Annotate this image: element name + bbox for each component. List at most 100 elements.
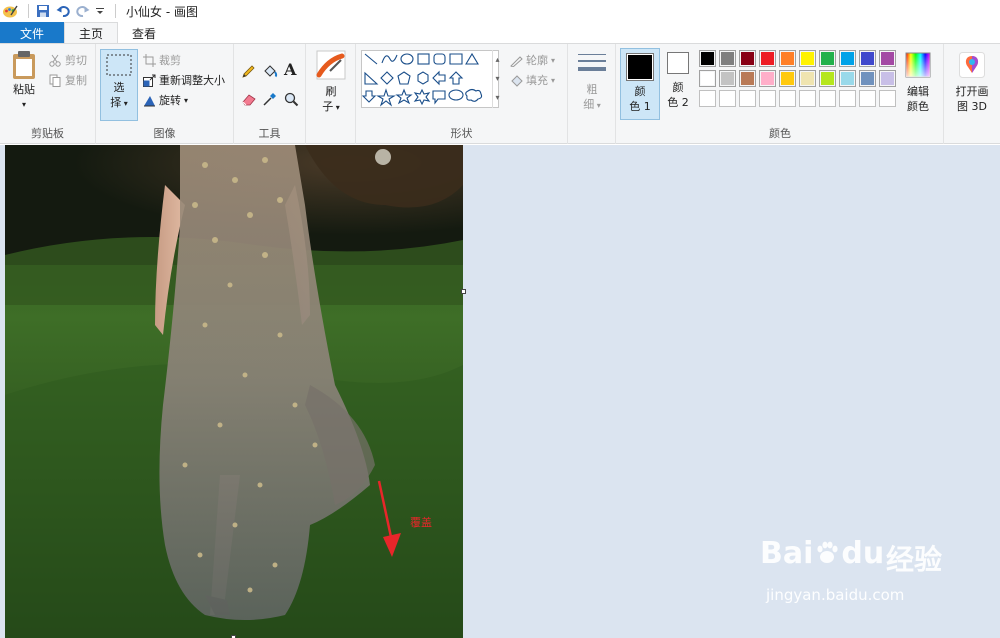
- fill-tool[interactable]: [262, 62, 278, 80]
- palette-swatch[interactable]: [779, 70, 796, 87]
- open-paint3d-button[interactable]: 打开画 图 3D: [948, 52, 996, 114]
- fill-icon: [509, 73, 523, 87]
- palette-swatch[interactable]: [759, 50, 776, 67]
- line-width-icon: [578, 54, 606, 71]
- palette-swatch[interactable]: [759, 70, 776, 87]
- palette-swatch[interactable]: [779, 50, 796, 67]
- palette-custom-slot[interactable]: [859, 90, 876, 107]
- palette-swatch[interactable]: [719, 50, 736, 67]
- tab-home[interactable]: 主页: [64, 22, 119, 44]
- save-icon[interactable]: [35, 3, 51, 19]
- palette-swatch[interactable]: [719, 70, 736, 87]
- palette-swatch-fill: [801, 72, 814, 85]
- paste-button[interactable]: 粘贴 ▾: [6, 50, 42, 112]
- annotation-label: 覆盖: [410, 515, 432, 529]
- customize-quick-access-icon[interactable]: [95, 3, 105, 19]
- palette-custom-slot[interactable]: [779, 90, 796, 107]
- image-canvas[interactable]: 覆盖: [5, 145, 463, 638]
- palette-swatch[interactable]: [839, 70, 856, 87]
- shapes-scroll-down-icon[interactable]: ▾: [493, 69, 502, 88]
- tab-view[interactable]: 查看: [118, 22, 170, 44]
- copy-button[interactable]: 复制: [48, 71, 87, 89]
- palette-custom-slot[interactable]: [879, 90, 896, 107]
- redo-icon[interactable]: [75, 3, 91, 19]
- resize-button[interactable]: 重新调整大小: [142, 71, 225, 89]
- brushes-label-1: 刷: [325, 85, 337, 98]
- color2-label-1: 颜: [672, 81, 684, 94]
- shapes-gallery[interactable]: [361, 50, 499, 108]
- color2-label-2: 色 2: [667, 96, 689, 109]
- edit-colors-button[interactable]: 编辑 颜色: [900, 52, 936, 114]
- outline-button[interactable]: 轮廓 ▾: [509, 51, 555, 69]
- size-button[interactable]: 粗 细 ▾: [574, 52, 610, 113]
- edit-colors-label-2: 颜色: [907, 100, 929, 113]
- palette-swatch[interactable]: [879, 70, 896, 87]
- palette-swatch[interactable]: [799, 50, 816, 67]
- shapes-group: ▴ ▾ ▾ 轮廓 ▾ 填充 ▾ 形状: [356, 44, 568, 144]
- shapes-scroll[interactable]: ▴ ▾ ▾: [492, 50, 502, 108]
- palette-swatch[interactable]: [699, 70, 716, 87]
- palette-swatch-fill: [741, 72, 754, 85]
- palette-swatch[interactable]: [739, 70, 756, 87]
- brushes-button[interactable]: 刷 子 ▾: [313, 50, 349, 115]
- resize-label: 重新调整大小: [159, 74, 225, 87]
- eraser-icon: [242, 94, 256, 106]
- color1-swatch: [626, 53, 654, 81]
- paste-dropdown-icon: ▾: [21, 100, 26, 109]
- paste-icon: [13, 51, 35, 79]
- cut-button[interactable]: 剪切: [48, 51, 87, 69]
- select-label-row: 择 ▾: [110, 95, 128, 111]
- size-group: 粗 细 ▾: [568, 44, 616, 144]
- color1-button[interactable]: 颜 色 1: [620, 48, 660, 120]
- brushes-label-2: 子: [322, 100, 334, 113]
- title-separator-2: [115, 4, 116, 18]
- oval-callout-shape-icon: [448, 89, 464, 101]
- select-rectangle-icon: [106, 54, 132, 76]
- palette-custom-slot[interactable]: [839, 90, 856, 107]
- select-button[interactable]: 选 择 ▾: [100, 49, 138, 121]
- palette-swatch-fill: [821, 52, 834, 65]
- palette-swatch[interactable]: [859, 70, 876, 87]
- color2-button[interactable]: 颜 色 2: [662, 52, 694, 110]
- palette-custom-slot[interactable]: [819, 90, 836, 107]
- palette-custom-slot[interactable]: [759, 90, 776, 107]
- title-bar: 小仙女 - 画图: [0, 0, 1000, 22]
- shapes-scroll-up-icon[interactable]: ▴: [493, 50, 502, 69]
- paint-app-icon[interactable]: [2, 3, 18, 19]
- canvas-workspace[interactable]: 覆盖 Bai du 经验 jingyan.baidu.com: [0, 145, 1000, 638]
- palette-swatch[interactable]: [839, 50, 856, 67]
- palette-custom-slot[interactable]: [719, 90, 736, 107]
- palette-swatch[interactable]: [819, 70, 836, 87]
- fill-button[interactable]: 填充 ▾: [509, 71, 555, 89]
- tab-file[interactable]: 文件: [0, 22, 64, 44]
- hexagon-shape-icon: [417, 71, 429, 85]
- copy-icon: [48, 73, 62, 87]
- rotate-button[interactable]: 旋转 ▾: [142, 91, 188, 109]
- pencil-tool[interactable]: [241, 62, 256, 80]
- crop-button[interactable]: 裁剪: [142, 51, 181, 69]
- up-arrow-shape-icon: [448, 71, 464, 85]
- undo-icon[interactable]: [55, 3, 71, 19]
- palette-swatch[interactable]: [879, 50, 896, 67]
- outline-label: 轮廓: [526, 54, 548, 67]
- palette-custom-slot[interactable]: [799, 90, 816, 107]
- palette-custom-slot[interactable]: [739, 90, 756, 107]
- left-arrow-shape-icon: [432, 70, 446, 86]
- palette-swatch[interactable]: [739, 50, 756, 67]
- palette-swatch[interactable]: [859, 50, 876, 67]
- watermark-url: jingyan.baidu.com: [766, 586, 905, 604]
- shapes-expand-icon[interactable]: ▾: [493, 88, 502, 107]
- size-label-2: 细: [583, 98, 595, 111]
- canvas-resize-handle-right[interactable]: [461, 289, 466, 294]
- palette-swatch[interactable]: [799, 70, 816, 87]
- text-tool[interactable]: A: [284, 60, 296, 79]
- baidu-paw-icon: [814, 539, 840, 565]
- crop-label: 裁剪: [159, 54, 181, 67]
- rectangle-shape-icon: [417, 53, 430, 65]
- palette-custom-slot[interactable]: [699, 90, 716, 107]
- eraser-tool[interactable]: [241, 90, 257, 108]
- palette-swatch[interactable]: [819, 50, 836, 67]
- palette-swatch[interactable]: [699, 50, 716, 67]
- magnifier-tool[interactable]: [284, 90, 299, 108]
- color-picker-tool[interactable]: [262, 90, 277, 108]
